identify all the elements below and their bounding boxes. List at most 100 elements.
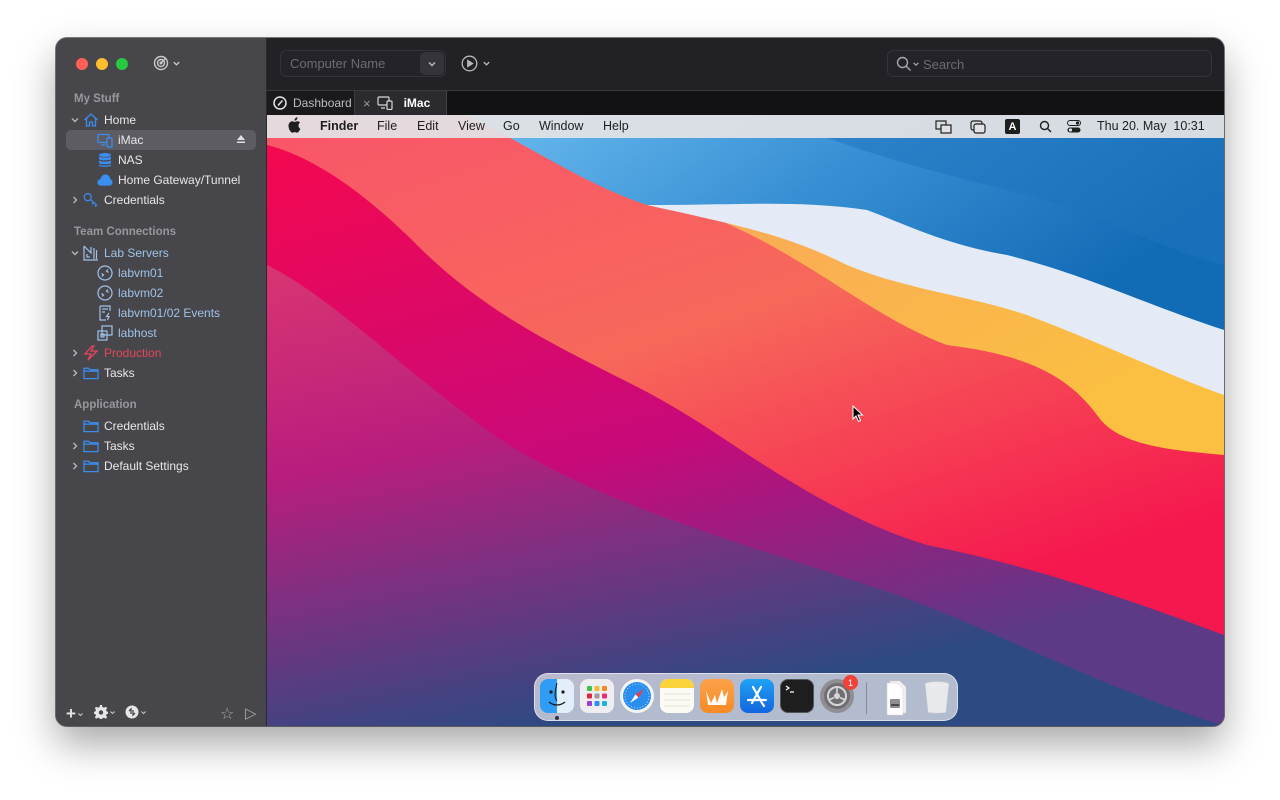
eject-icon[interactable]: [236, 134, 246, 147]
app-store-icon: [746, 685, 768, 708]
search-input[interactable]: [923, 56, 1203, 73]
tree-item-label: Lab Servers: [104, 246, 169, 260]
tree-item-nas[interactable]: NAS: [66, 150, 256, 170]
settings-button[interactable]: [94, 705, 116, 719]
tree-item-home-gateway[interactable]: Home Gateway/Tunnel: [66, 170, 256, 190]
chevron-right-icon[interactable]: [70, 348, 80, 358]
tree-item-labhost[interactable]: labhost: [66, 323, 256, 343]
safari-icon: [623, 682, 651, 710]
tree-item-credentials[interactable]: Credentials: [66, 190, 256, 210]
dock-terminal[interactable]: [780, 679, 814, 713]
dock-separator: [866, 682, 867, 714]
host-icon: [97, 325, 113, 341]
dock-app-store[interactable]: [740, 679, 774, 713]
computer-name-field[interactable]: [280, 50, 446, 77]
close-tab-icon[interactable]: ×: [363, 96, 371, 111]
tree-item-label: Credentials: [104, 419, 165, 433]
apple-menu-icon[interactable]: [287, 117, 301, 137]
minimize-button[interactable]: [96, 58, 108, 70]
target-icon: [153, 55, 169, 71]
connect-menu-button[interactable]: [461, 55, 491, 72]
window-switch-icon[interactable]: [970, 120, 986, 134]
tree-item-label: Home Gateway/Tunnel: [118, 173, 241, 187]
dock-finder[interactable]: [540, 679, 574, 713]
dock-royal-tsx[interactable]: [700, 679, 734, 713]
database-icon: [97, 152, 113, 168]
menu-help[interactable]: Help: [603, 119, 629, 133]
documents-stack-icon: [886, 680, 907, 716]
tab-imac[interactable]: × iMac: [356, 91, 446, 115]
tree-item-label: labvm01: [118, 266, 164, 280]
tree-item-label: Tasks: [104, 439, 135, 453]
menu-window[interactable]: Window: [539, 119, 583, 133]
remote-menubar: Finder File Edit View Go Window Help A T…: [267, 115, 1224, 138]
zoom-button[interactable]: [116, 58, 128, 70]
computer-name-input[interactable]: [290, 55, 415, 72]
tab-dashboard[interactable]: Dashboard: [267, 91, 355, 115]
dock-documents-stack[interactable]: [880, 679, 914, 716]
chevron-down-icon: [77, 712, 83, 716]
chevron-down-icon: [110, 710, 115, 714]
tree-item-home[interactable]: Home: [66, 110, 256, 130]
dock-notes[interactable]: [660, 679, 694, 713]
dock-trash[interactable]: [920, 679, 954, 714]
menu-go[interactable]: Go: [503, 119, 520, 133]
sync-button[interactable]: [125, 705, 147, 719]
chevron-right-icon[interactable]: [70, 195, 80, 205]
chevron-right-icon[interactable]: [70, 441, 80, 451]
tree-item-imac[interactable]: iMac: [66, 130, 256, 150]
target-menu-button[interactable]: [153, 55, 181, 71]
add-button[interactable]: +: [66, 704, 84, 724]
control-center-icon[interactable]: [1067, 120, 1081, 133]
chevron-right-icon[interactable]: [70, 461, 80, 471]
input-source-icon[interactable]: A: [1005, 119, 1020, 134]
tree-item-label: Credentials: [104, 193, 165, 207]
folder-icon: [83, 365, 99, 381]
tree-item-labvm02[interactable]: labvm02: [66, 283, 256, 303]
terminal-icon: [785, 685, 794, 693]
search-field[interactable]: [887, 50, 1212, 77]
tree-item-lab-servers[interactable]: Lab Servers: [66, 243, 256, 263]
spotlight-icon[interactable]: [1039, 120, 1052, 133]
tree-item-default-settings[interactable]: Default Settings: [66, 456, 256, 476]
tree-item-app-credentials[interactable]: Credentials: [66, 416, 256, 436]
chevron-down-icon: [141, 710, 146, 714]
crown-icon: [706, 689, 728, 705]
running-indicator: [555, 716, 559, 720]
play-icon: ▷: [245, 705, 257, 722]
dock-launchpad[interactable]: [580, 679, 614, 713]
section-title-my-stuff: My Stuff: [74, 93, 120, 105]
menubar-clock[interactable]: Thu 20. May 10:31: [1097, 119, 1205, 133]
tree-item-labvm01[interactable]: labvm01: [66, 263, 256, 283]
menu-view[interactable]: View: [458, 119, 485, 133]
chevron-down-icon[interactable]: [70, 115, 80, 125]
chevron-down-icon[interactable]: [70, 248, 80, 258]
house-icon: [83, 112, 99, 128]
favorite-button[interactable]: ☆: [220, 704, 234, 724]
dock-system-preferences[interactable]: 1: [820, 675, 858, 713]
close-button[interactable]: [76, 58, 88, 70]
menu-edit[interactable]: Edit: [417, 119, 439, 133]
search-icon[interactable]: [896, 56, 920, 72]
tree-item-labvm-events[interactable]: labvm01/02 Events: [66, 303, 256, 323]
connect-button[interactable]: ▷: [245, 704, 257, 722]
tree-item-production[interactable]: Production: [66, 343, 256, 363]
menu-finder[interactable]: Finder: [320, 119, 358, 133]
tree-item-label: Tasks: [104, 366, 135, 380]
chevron-right-icon[interactable]: [70, 368, 80, 378]
tree-item-label: Default Settings: [104, 459, 189, 473]
computer-name-dropdown[interactable]: [420, 52, 444, 75]
folder-icon: [83, 458, 99, 474]
dock-safari[interactable]: [620, 679, 654, 713]
section-title-team-connections: Team Connections: [74, 226, 177, 238]
tree-item-app-tasks[interactable]: Tasks: [66, 436, 256, 456]
tree-item-tasks[interactable]: Tasks: [66, 363, 256, 383]
mouse-cursor-icon: [852, 405, 864, 423]
menu-file[interactable]: File: [377, 119, 397, 133]
tree-item-label: labhost: [118, 326, 157, 340]
tree-item-label: NAS: [118, 153, 143, 167]
plus-icon: +: [66, 704, 76, 723]
finder-icon: [548, 682, 566, 706]
remote-desktop-view[interactable]: Finder File Edit View Go Window Help A T…: [267, 115, 1224, 726]
screen-mirroring-icon[interactable]: [935, 120, 952, 134]
